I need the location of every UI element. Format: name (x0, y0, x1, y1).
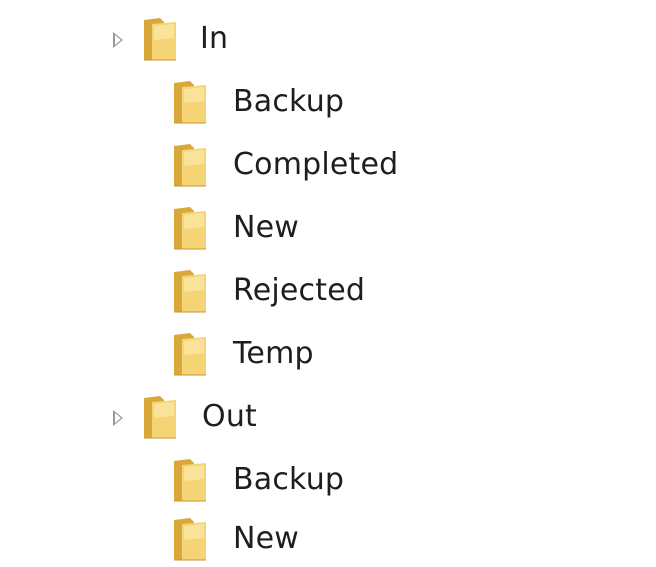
tree-item-label: Completed (233, 147, 399, 182)
folder-icon (174, 518, 206, 561)
folder-icon (174, 81, 206, 124)
folder-icon (174, 270, 206, 313)
tree-item-label: New (233, 210, 300, 245)
folder-icon (174, 207, 206, 250)
chevron-right-icon[interactable] (113, 32, 123, 48)
tree-item-label: New (233, 521, 300, 556)
tree-item-label: Backup (233, 462, 345, 497)
folder-icon (174, 333, 206, 376)
folder-icon (144, 18, 176, 61)
tree-item-label: Rejected (233, 273, 366, 308)
chevron-right-icon[interactable] (113, 410, 123, 426)
folder-tree: In Backup Completed New Rejected Temp Ou… (0, 0, 656, 567)
tree-item-label: In (200, 21, 229, 56)
folder-icon (174, 459, 206, 502)
folder-icon (174, 144, 206, 187)
folder-icon (144, 396, 176, 439)
tree-item-label: Out (202, 399, 257, 434)
tree-item-label: Backup (233, 84, 345, 119)
tree-item-label: Temp (233, 336, 314, 371)
